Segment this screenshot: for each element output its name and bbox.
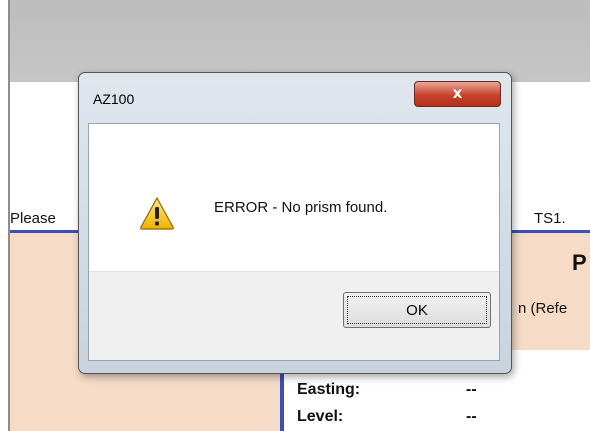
dialog-footer: OK: [89, 271, 499, 360]
easting-value: --: [466, 381, 477, 398]
ok-button-label: OK: [347, 296, 487, 324]
instruction-text-left: Please: [10, 210, 56, 227]
instruction-text-right: TS1.: [534, 210, 566, 227]
level-value: --: [466, 408, 477, 425]
close-icon: x: [452, 84, 463, 102]
warning-icon: [139, 196, 175, 234]
dialog-body: ERROR - No prism found. OK: [88, 123, 500, 361]
close-button[interactable]: x: [414, 81, 501, 107]
dialog-title: AZ100: [93, 91, 135, 107]
easting-label: Easting:: [297, 381, 361, 398]
top-bar: [10, 0, 590, 82]
panel-heading: P: [572, 250, 587, 275]
level-label: Level:: [297, 408, 344, 425]
reference-label: n (Refe: [518, 300, 568, 317]
ok-button[interactable]: OK: [343, 292, 491, 328]
error-dialog: AZ100 x ERROR - No prism found. OK: [78, 72, 512, 374]
error-message: ERROR - No prism found.: [214, 199, 388, 216]
